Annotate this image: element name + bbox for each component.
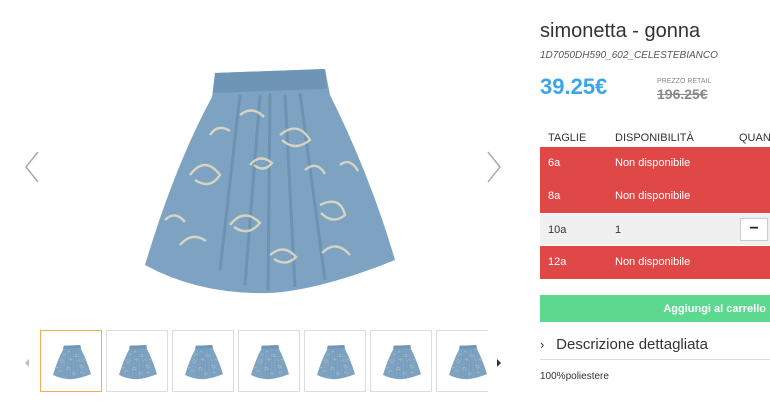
size-row-6a: 6a Non disponibile <box>540 147 770 180</box>
header-taglie: TAGLIE <box>548 132 587 144</box>
quantity-decrease-button[interactable]: − <box>740 218 768 241</box>
thumb-prev-icon[interactable] <box>22 356 32 368</box>
availability-label: 1 <box>615 224 622 236</box>
thumbnail[interactable] <box>304 330 366 392</box>
description-label: Descrizione dettagliata <box>556 336 708 353</box>
sizes-table-header: TAGLIE DISPONIBILITÀ QUAN <box>540 130 770 147</box>
size-label: 6a <box>548 157 561 169</box>
product-info-panel: simonetta - gonna 1D7050DH590_602_CELEST… <box>540 0 770 418</box>
retail-price-value: 196.25€ <box>657 86 708 102</box>
thumb-next-icon[interactable] <box>494 356 504 368</box>
thumbnail[interactable] <box>106 330 168 392</box>
sizes-table: TAGLIE DISPONIBILITÀ QUAN 6a Non disponi… <box>540 130 770 279</box>
thumbnail[interactable] <box>172 330 234 392</box>
size-row-8a: 8a Non disponibile <box>540 180 770 213</box>
availability-label: Non disponibile <box>615 256 691 268</box>
size-label: 8a <box>548 190 561 202</box>
chevron-right-icon: › <box>540 337 545 352</box>
thumbnail-strip <box>20 330 510 394</box>
description-text: 100%poliestere <box>540 371 609 382</box>
thumbnail[interactable] <box>436 330 488 392</box>
product-price: 39.25€ <box>540 74 608 99</box>
header-quantita: QUAN <box>739 132 770 144</box>
thumbnail[interactable] <box>370 330 432 392</box>
product-title: simonetta - gonna <box>540 20 701 42</box>
size-label: 10a <box>548 224 567 236</box>
product-gallery <box>0 0 530 418</box>
availability-label: Non disponibile <box>615 190 691 202</box>
thumbnail[interactable] <box>238 330 300 392</box>
add-to-cart-button[interactable]: Aggiungi al carrello <box>540 295 770 322</box>
chevron-right-icon[interactable] <box>484 150 504 184</box>
chevron-left-icon[interactable] <box>22 150 42 184</box>
header-disponibilita: DISPONIBILITÀ <box>615 132 694 144</box>
size-row-10a: 10a 1 − <box>540 214 770 245</box>
product-main-image <box>120 55 420 305</box>
size-label: 12a <box>548 256 567 268</box>
size-row-12a: 12a Non disponibile <box>540 246 770 279</box>
retail-price-label: PREZZO RETAIL <box>657 78 712 85</box>
thumbnail-list <box>40 330 488 394</box>
thumbnail[interactable] <box>40 330 102 392</box>
retail-price-block: PREZZO RETAIL 196.25€ <box>657 78 711 102</box>
description-toggle[interactable]: › Descrizione dettagliata <box>540 336 770 360</box>
product-sku: 1D7050DH590_602_CELESTEBIANCO <box>540 50 718 61</box>
availability-label: Non disponibile <box>615 157 691 169</box>
